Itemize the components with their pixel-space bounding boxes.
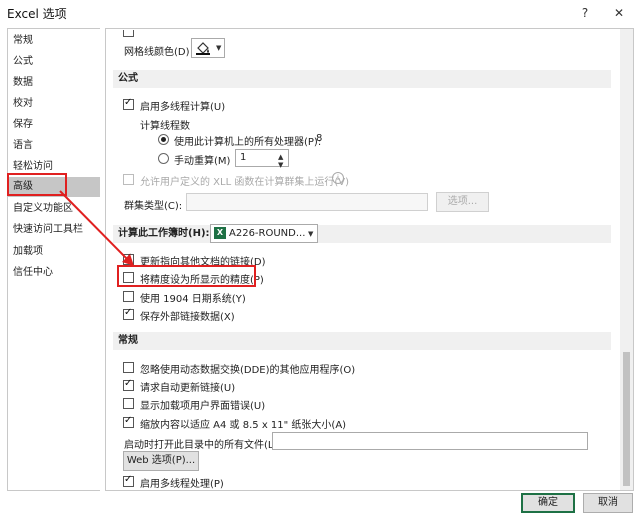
annotation-arrow [59,190,134,266]
